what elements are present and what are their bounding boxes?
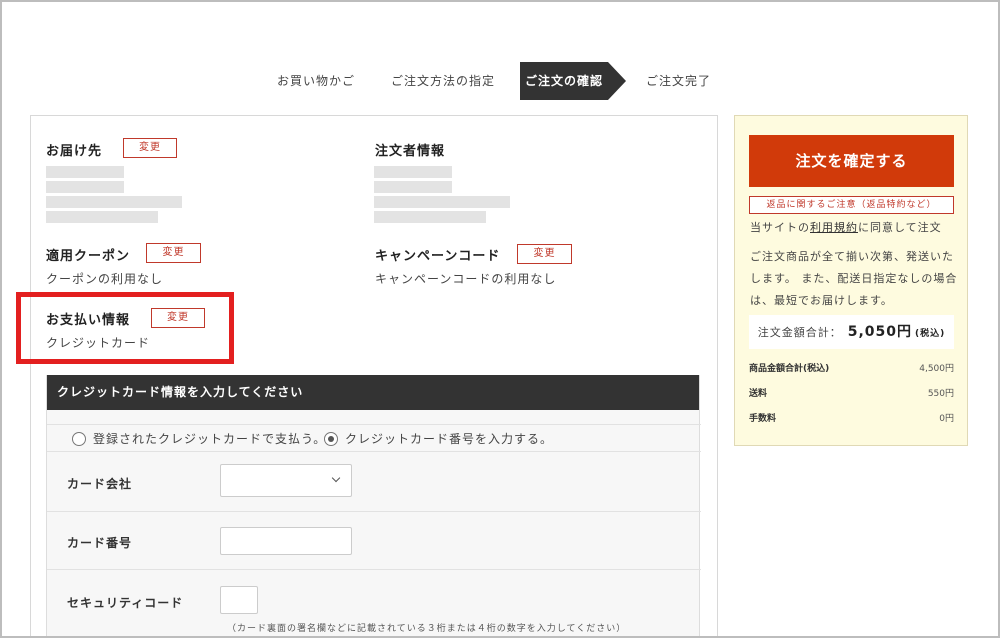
orderer-redacted-line [374,181,452,193]
total-tax-note: (税込) [915,329,946,339]
agree-pre: 当サイトの [750,221,810,234]
delivery-redacted-line [46,181,124,193]
breakdown-label: 送料 [749,389,768,399]
delivery-title: お届け先 [46,144,103,159]
chevron-down-icon [331,473,341,483]
coupon-value: クーポンの利用なし [46,272,164,286]
breakdown-label: 手数料 [749,414,777,424]
delivery-redacted-line [46,211,158,223]
step-complete: ご注文完了 [646,74,712,88]
order-summary-sidebar: 注文を確定する 返品に関するご注意（返品特約など） 当サイトの利用規約に同意して… [734,115,968,446]
delivery-redacted-line [46,196,182,208]
radio-new-card-label[interactable]: クレジットカード番号を入力する。 [345,425,553,453]
terms-link[interactable]: 利用規約 [810,221,858,234]
breakdown-row: 商品金額合計(税込) 4,500円 [749,361,954,377]
orderer-redacted-line [374,196,510,208]
card-company-label: カード会社 [67,477,133,491]
row-divider [47,569,701,570]
security-code-hint: （カード裏面の署名欄などに記載されている３桁または４桁の数字を入力してください） [227,624,627,634]
security-code-input[interactable] [220,586,258,614]
radio-new-card[interactable] [324,432,338,446]
credit-card-options: 登録されたクレジットカードで支払う。 クレジットカード番号を入力する。 [47,424,701,452]
return-policy-link[interactable]: 返品に関するご注意（返品特約など） [749,196,954,214]
orderer-redacted-line [374,166,452,178]
payment-highlight-box [16,292,234,364]
orderer-redacted-line [374,211,486,223]
row-divider [47,511,701,512]
card-number-label: カード番号 [67,536,133,550]
coupon-title: 適用クーポン [46,249,131,264]
breakdown-value: 0円 [939,414,954,424]
confirm-order-button[interactable]: 注文を確定する [749,135,954,187]
card-number-input[interactable] [220,527,352,555]
breakdown-row: 送料 550円 [749,386,954,402]
agree-post: に同意して注文 [858,221,942,234]
credit-card-header: クレジットカード情報を入力してください [47,375,699,410]
checkout-steps: お買い物かご ご注文方法の指定 ご注文の確認 ご注文完了 [0,62,1000,100]
campaign-change-button[interactable]: 変更 [517,244,572,264]
radio-registered-card[interactable] [72,432,86,446]
breakdown-value: 550円 [927,389,954,399]
total-label: 注文金額合計： [757,326,842,339]
security-code-label: セキュリティコード [67,596,184,610]
coupon-change-button[interactable]: 変更 [146,243,201,263]
campaign-value: キャンペーンコードの利用なし [375,272,557,286]
breakdown-label: 商品金額合計(税込) [749,364,830,374]
shipping-notice: ご注文商品が全て揃い次第、発送いたします。 また、配送日指定なしの場合は、最短で… [750,250,958,307]
radio-registered-card-label[interactable]: 登録されたクレジットカードで支払う。 [93,425,326,453]
terms-agreement: 当サイトの利用規約に同意して注文 [750,219,942,235]
order-total: 注文金額合計： 5,050円 (税込) [749,315,954,349]
delivery-change-button[interactable]: 変更 [123,138,177,158]
card-company-select[interactable] [220,464,352,497]
step-order-method: ご注文方法の指定 [391,74,496,88]
breakdown-value: 4,500円 [919,364,954,374]
orderer-title: 注文者情報 [375,144,446,159]
step-cart: お買い物かご [277,74,356,88]
total-amount: 5,050円 [847,324,913,340]
delivery-redacted-line [46,166,124,178]
campaign-title: キャンペーンコード [375,249,501,264]
credit-card-form: クレジットカード情報を入力してください 登録されたクレジットカードで支払う。 ク… [46,375,701,638]
breakdown-row: 手数料 0円 [749,411,954,427]
step-confirm-current: ご注文の確認 [520,62,626,100]
